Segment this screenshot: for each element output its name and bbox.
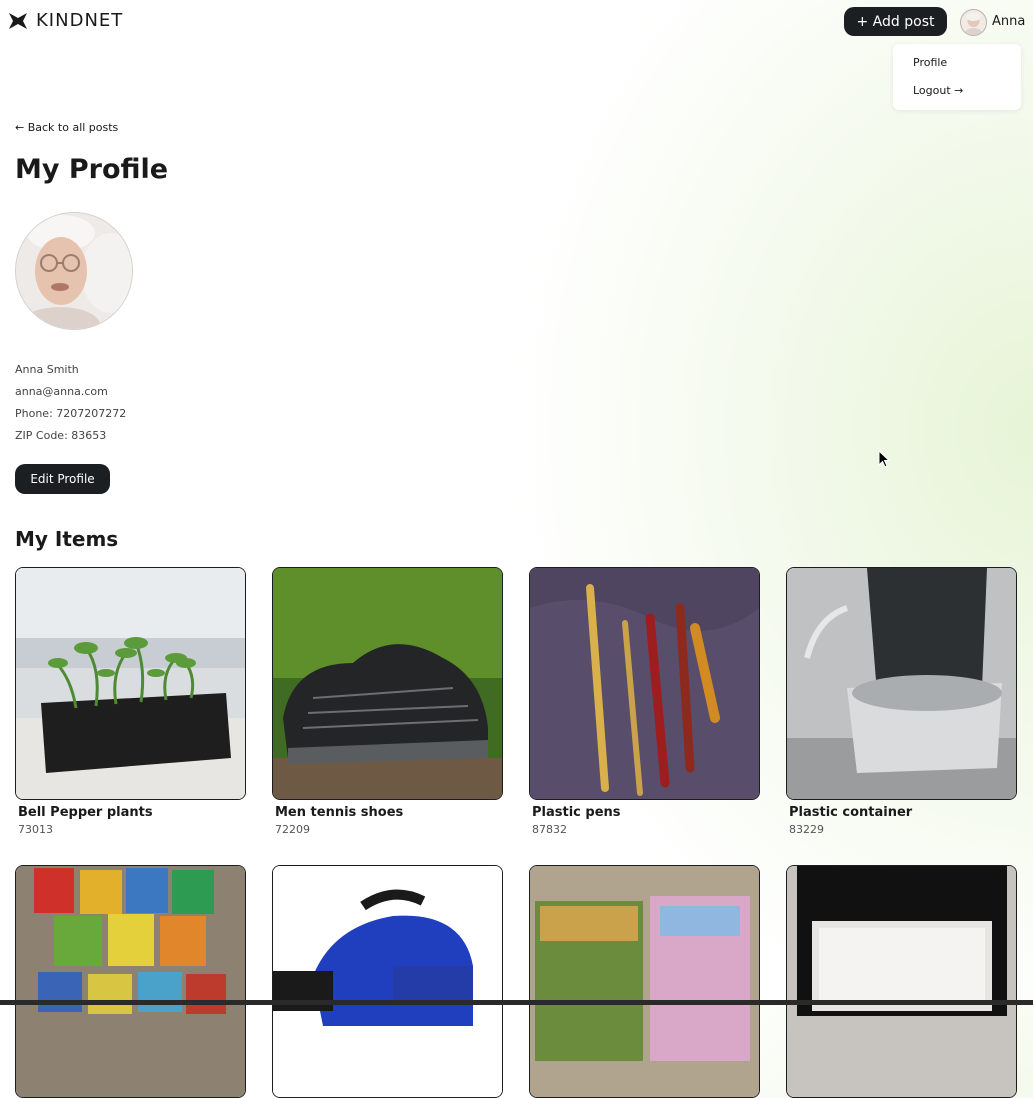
bottom-edge	[0, 1000, 1033, 1005]
profile-photo-image	[16, 213, 132, 329]
item-card[interactable]: Men tennis shoes 72209	[272, 567, 503, 836]
item-image[interactable]	[15, 865, 246, 1098]
item-card[interactable]	[15, 865, 246, 1098]
item-card[interactable]	[272, 865, 503, 1098]
profile-zip: ZIP Code: 83653	[15, 429, 107, 442]
top-navbar: KINDNET + Add post Anna	[0, 0, 1033, 42]
item-photo-books	[16, 866, 245, 1097]
item-image[interactable]	[529, 865, 760, 1098]
item-photo-activity-books	[530, 866, 759, 1097]
menu-item-profile[interactable]: Profile	[913, 56, 947, 69]
item-photo-pens	[530, 568, 759, 799]
profile-avatar	[15, 212, 133, 330]
item-image[interactable]	[529, 567, 760, 800]
item-photo-container	[787, 568, 1016, 799]
item-photo-shoes	[273, 568, 502, 799]
item-photo-drawer	[787, 866, 1016, 1097]
item-zip: 87832	[532, 823, 567, 836]
item-card[interactable]	[529, 865, 760, 1098]
user-avatar-image	[964, 13, 983, 35]
item-photo-blower	[273, 866, 502, 1097]
back-to-posts-link[interactable]: ← Back to all posts	[15, 121, 118, 134]
item-card[interactable]	[786, 865, 1017, 1098]
page-title: My Profile	[15, 154, 169, 185]
item-zip: 83229	[789, 823, 824, 836]
menu-item-logout[interactable]: Logout →	[913, 84, 963, 97]
user-avatar[interactable]	[960, 9, 987, 36]
item-card[interactable]: Plastic pens 87832	[529, 567, 760, 836]
profile-name: Anna Smith	[15, 363, 79, 376]
brand-logo[interactable]: KINDNET	[8, 10, 123, 31]
profile-email: anna@anna.com	[15, 385, 108, 398]
item-image[interactable]	[272, 567, 503, 800]
user-dropdown-menu: Profile Logout →	[893, 44, 1021, 110]
my-items-heading: My Items	[15, 527, 119, 551]
item-title: Bell Pepper plants	[18, 805, 153, 820]
item-image[interactable]	[786, 865, 1017, 1098]
profile-phone: Phone: 7207207272	[15, 407, 127, 420]
item-zip: 72209	[275, 823, 310, 836]
item-card[interactable]: Bell Pepper plants 73013	[15, 567, 246, 836]
logo-text: KINDNET	[36, 10, 124, 31]
item-zip: 73013	[18, 823, 53, 836]
logo-icon	[9, 12, 27, 29]
item-image[interactable]	[15, 567, 246, 800]
user-menu-toggle[interactable]: Anna	[992, 14, 1025, 29]
edit-profile-button[interactable]: Edit Profile	[15, 464, 110, 494]
item-title: Plastic pens	[532, 805, 621, 820]
mouse-cursor-icon	[878, 450, 890, 468]
item-title: Plastic container	[789, 805, 913, 820]
item-title: Men tennis shoes	[275, 805, 404, 820]
item-photo-plants	[16, 568, 245, 799]
item-image[interactable]	[786, 567, 1017, 800]
item-image[interactable]	[272, 865, 503, 1098]
add-post-button[interactable]: + Add post	[844, 7, 947, 36]
item-card[interactable]: Plastic container 83229	[786, 567, 1017, 836]
